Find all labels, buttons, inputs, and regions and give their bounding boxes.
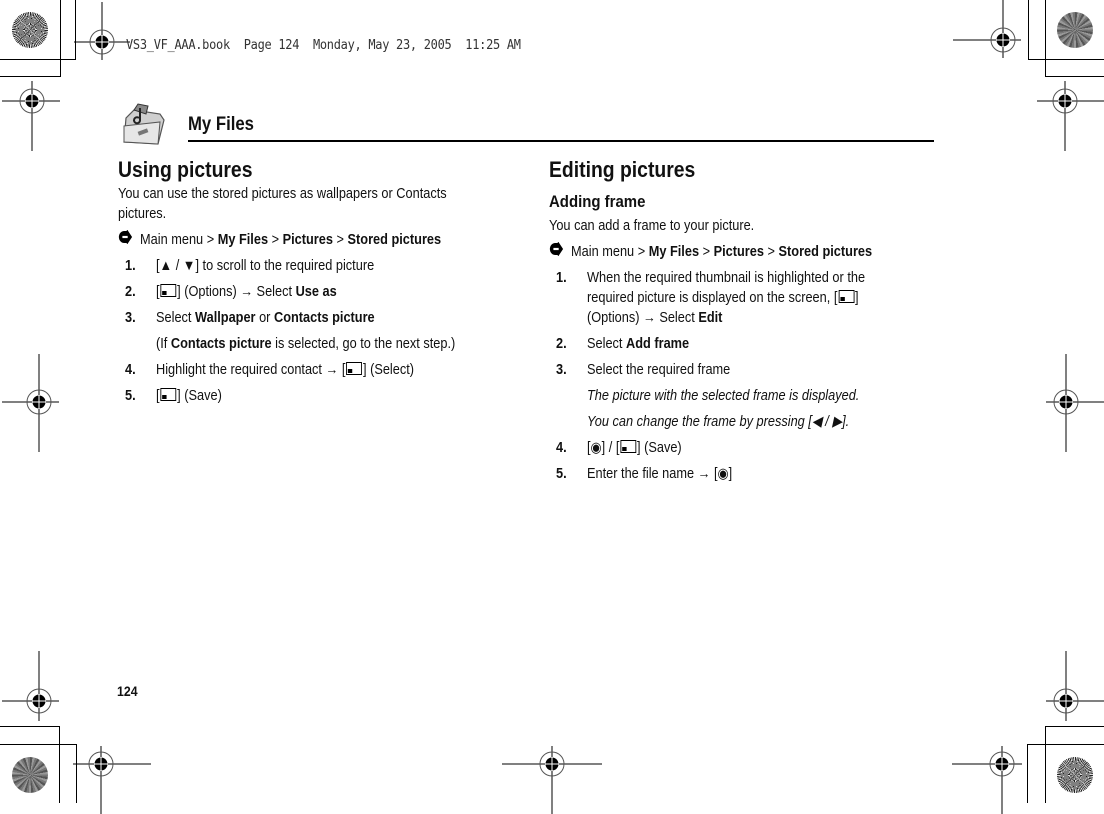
path-item: My Files	[648, 244, 700, 260]
path-item: Stored pictures	[347, 232, 442, 248]
chapter-title: My Files	[188, 114, 254, 135]
registration-mark	[502, 746, 602, 814]
registration-mark	[2, 81, 60, 151]
print-slug: VS3_VF_AAA.book Page 124 Monday, May 23,…	[126, 38, 521, 53]
menu-path: Main menu > My Files > Pictures > Stored…	[118, 230, 441, 250]
section-title: Editing pictures	[549, 157, 696, 182]
section-title: Using pictures	[118, 157, 253, 182]
registration-mark	[952, 746, 1022, 814]
step: 3. Select Wallpaper or Contacts picture	[125, 310, 375, 326]
step: 1. [▲ / ▼] to scroll to the required pic…	[125, 258, 375, 274]
soft-key-icon	[160, 388, 177, 401]
registration-mark	[73, 746, 151, 814]
left-column: Using pictures You can use the stored pi…	[118, 157, 518, 406]
path-item: Pictures	[713, 244, 764, 260]
section-intro: You can add a frame to your picture.	[549, 218, 755, 234]
path-item: My Files	[217, 232, 269, 248]
step: 4. Highlight the required contact → [] (…	[125, 362, 415, 378]
arrow-right-icon	[549, 242, 564, 256]
step: 5. Enter the file name → [◉]	[556, 466, 733, 482]
registration-mark	[1037, 81, 1104, 151]
subsection-title: Adding frame	[549, 192, 646, 211]
starburst-top-right	[1057, 12, 1093, 48]
right-column: Editing pictures Adding frame You can ad…	[549, 157, 949, 484]
arrow-right-icon	[118, 230, 133, 244]
step: 2. Select Add frame	[556, 336, 690, 352]
step: 5. [] (Save)	[125, 388, 222, 404]
step: 4. [◉] / [] (Save)	[556, 440, 682, 456]
starburst-bottom-left	[12, 757, 48, 793]
page-number: 124	[117, 683, 138, 699]
step: 2. [] (Options) → Select Use as	[125, 284, 337, 300]
path-item: Stored pictures	[778, 244, 873, 260]
registration-mark	[1046, 354, 1104, 452]
starburst-top-left	[12, 12, 48, 48]
step-note: You can change the frame by pressing [◀ …	[587, 414, 850, 430]
starburst-bottom-right	[1057, 757, 1093, 793]
folder-music-icon	[123, 103, 165, 145]
soft-key-icon	[620, 440, 637, 453]
step-note: (If Contacts picture is selected, go to …	[156, 336, 456, 352]
section-intro: You can use the stored pictures as wallp…	[118, 186, 447, 222]
menu-path: Main menu > My Files > Pictures > Stored…	[549, 242, 872, 262]
registration-mark	[2, 354, 59, 452]
path-item: Pictures	[282, 232, 333, 248]
header-rule	[188, 140, 934, 142]
soft-key-icon	[838, 290, 855, 303]
soft-key-icon	[346, 362, 363, 375]
step-note: The picture with the selected frame is d…	[587, 388, 860, 404]
step: 1. When the required thumbnail is highli…	[556, 270, 866, 326]
soft-key-icon	[160, 284, 177, 297]
step: 3. Select the required frame	[556, 362, 731, 378]
